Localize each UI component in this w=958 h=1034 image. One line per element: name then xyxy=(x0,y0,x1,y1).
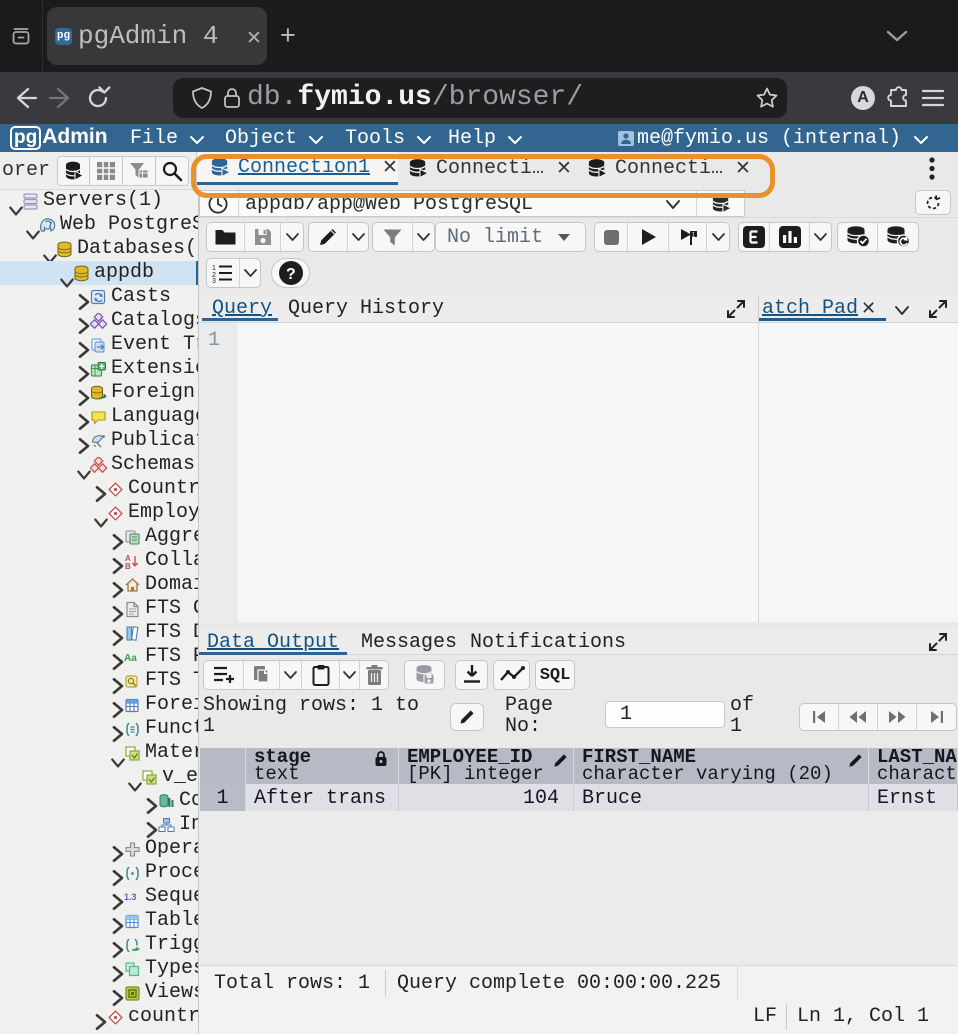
svg-text:1: 1 xyxy=(212,265,216,272)
svg-text:1.3: 1.3 xyxy=(124,892,137,902)
svg-text:?: ? xyxy=(286,266,296,283)
svg-text:B: B xyxy=(125,562,131,570)
svg-text:3: 3 xyxy=(212,278,216,283)
svg-text:Aa: Aa xyxy=(124,653,137,664)
